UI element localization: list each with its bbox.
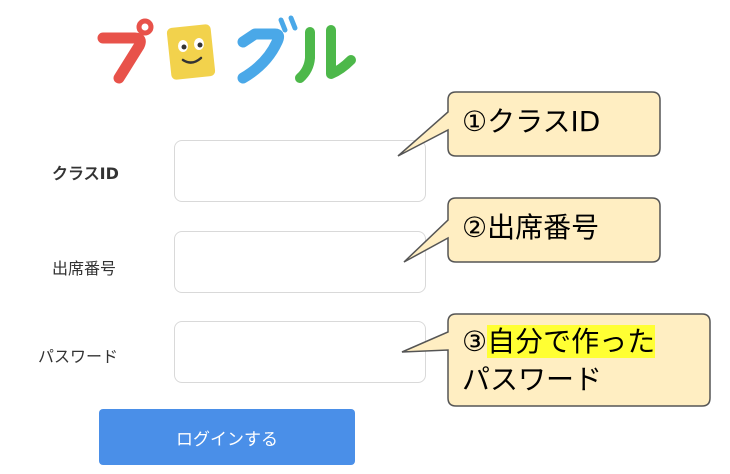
- callout-3-line1: ③自分で作った: [462, 324, 656, 360]
- login-button[interactable]: ログインする: [99, 409, 355, 465]
- callout-3-prefix: ③: [462, 325, 488, 358]
- logo-char-ru: [295, 25, 356, 83]
- seat-number-label: 出席番号: [52, 259, 117, 278]
- callout-3-highlight: 自分で作った: [487, 325, 656, 358]
- callout-2-text: ②出席番号: [462, 211, 600, 244]
- password-label: パスワード: [38, 347, 119, 366]
- logo-char-pu: [97, 18, 154, 84]
- logo-char-ro-face: [166, 24, 216, 80]
- password-input[interactable]: [174, 321, 426, 383]
- class-id-input[interactable]: [174, 140, 426, 202]
- callout-1-text: ①クラスID: [462, 105, 601, 138]
- seat-number-input[interactable]: [174, 231, 426, 293]
- callout-3-line2: パスワード: [462, 363, 603, 396]
- class-id-label: クラスID: [52, 164, 119, 183]
- proguru-logo: [97, 15, 356, 84]
- logo-char-gu: [237, 15, 298, 84]
